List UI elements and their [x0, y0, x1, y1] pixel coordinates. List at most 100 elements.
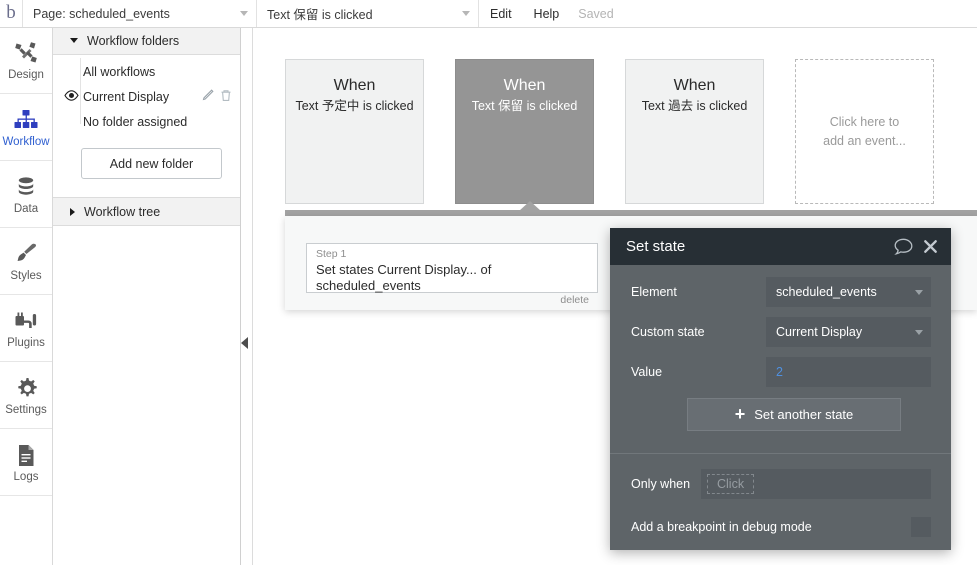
breakpoint-label: Add a breakpoint in debug mode	[631, 520, 812, 534]
set-state-property-panel: Set state Element scheduled_events Custo…	[610, 228, 951, 550]
event-card-when: When	[503, 77, 546, 94]
sidebar-item-styles[interactable]: Styles	[0, 228, 52, 295]
workflow-step-card[interactable]: Step 1 Set states Current Display... of …	[306, 243, 598, 306]
element-dropdown-value: scheduled_events	[776, 285, 877, 299]
plus-icon: +	[734, 403, 746, 424]
value-input[interactable]: 2	[766, 357, 931, 387]
event-selector[interactable]: Text 保留 is clicked	[257, 0, 479, 27]
sidebar-item-settings[interactable]: Settings	[0, 362, 52, 429]
sidebar-item-workflow-label: Workflow	[2, 136, 50, 149]
step-delete-link[interactable]: delete	[316, 294, 589, 307]
bubble-logo[interactable]: b	[0, 0, 23, 27]
set-another-state-label: Set another state	[754, 407, 854, 422]
element-row: Element scheduled_events	[631, 277, 931, 307]
sidebar-item-design[interactable]: Design	[0, 27, 52, 94]
value-input-value: 2	[776, 365, 783, 379]
sidebar-item-design-label: Design	[8, 69, 44, 82]
element-dropdown[interactable]: scheduled_events	[766, 277, 931, 307]
only-when-input[interactable]: Click	[701, 469, 931, 499]
chevron-down-icon	[462, 11, 470, 16]
add-new-folder-button[interactable]: Add new folder	[81, 148, 222, 179]
folder-item-label: All workflows	[83, 64, 156, 79]
only-when-label: Only when	[631, 477, 691, 491]
chevron-right-icon	[70, 207, 75, 216]
sidebar-item-plugins-label: Plugins	[7, 337, 45, 350]
value-label: Value	[631, 365, 663, 379]
only-when-placeholder: Click	[707, 474, 755, 494]
left-icon-rail: Design Workflow Data Styles Plugins Sett…	[0, 27, 53, 565]
event-cards-row: When Text 予定中 is clicked When Text 保留 is…	[253, 27, 977, 210]
set-state-panel-body: Element scheduled_events Custom state Cu…	[610, 265, 951, 431]
event-card[interactable]: When Text 予定中 is clicked	[285, 59, 424, 204]
event-card-subtitle: Text 過去 is clicked	[641, 99, 748, 114]
folder-item-no-folder-assigned[interactable]: No folder assigned	[53, 109, 240, 134]
breakpoint-row: Add a breakpoint in debug mode	[610, 516, 951, 538]
event-card-subtitle: Text 保留 is clicked	[471, 99, 578, 114]
custom-state-row: Custom state Current Display	[631, 317, 931, 347]
event-card-when: When	[333, 77, 376, 94]
edit-menu[interactable]: Edit	[479, 0, 523, 27]
workflow-folders-title: Workflow folders	[87, 33, 180, 48]
gear-icon	[14, 373, 39, 403]
folder-item-actions	[201, 88, 232, 105]
value-row: Value 2	[631, 357, 931, 387]
chevron-down-icon	[70, 38, 78, 43]
folder-item-all-workflows[interactable]: All workflows	[53, 59, 240, 84]
breakpoint-checkbox[interactable]	[911, 517, 931, 537]
close-icon[interactable]	[923, 239, 938, 254]
event-card[interactable]: When Text 過去 is clicked	[625, 59, 764, 204]
folder-item-label: No folder assigned	[83, 114, 188, 129]
logs-icon	[15, 440, 37, 470]
workflow-tree-title: Workflow tree	[84, 204, 161, 219]
custom-state-dropdown[interactable]: Current Display	[766, 317, 931, 347]
eye-icon[interactable]	[64, 89, 79, 104]
chevron-down-icon	[915, 289, 923, 295]
event-card-when: When	[673, 77, 716, 94]
workflow-tree-header[interactable]: Workflow tree	[53, 197, 240, 226]
step-title: Set states Current Display... of schedul…	[316, 261, 492, 293]
collapse-panel-handle[interactable]	[241, 337, 248, 349]
sidebar-item-settings-label: Settings	[5, 404, 47, 417]
sidebar-item-workflow[interactable]: Workflow	[0, 94, 52, 161]
folder-item-label: Current Display	[83, 89, 170, 104]
workflow-icon	[13, 105, 39, 135]
styles-icon	[13, 239, 39, 269]
plugins-icon	[13, 306, 39, 336]
set-state-panel-header: Set state	[610, 228, 951, 265]
bubble-logo-letter: b	[6, 2, 16, 23]
sidebar-item-plugins[interactable]: Plugins	[0, 295, 52, 362]
custom-state-label: Custom state	[631, 325, 705, 339]
set-another-state-button[interactable]: + Set another state	[687, 398, 901, 431]
data-icon	[14, 172, 38, 202]
panel-divider	[252, 27, 253, 565]
trash-icon[interactable]	[220, 89, 232, 105]
save-status: Saved	[578, 6, 614, 21]
workflow-folders-header[interactable]: Workflow folders	[53, 27, 240, 55]
page-selector-label: Page: scheduled_events	[33, 6, 170, 21]
help-menu[interactable]: Help	[523, 0, 571, 27]
top-header-bar: b Page: scheduled_events Text 保留 is clic…	[0, 0, 977, 28]
set-state-panel-title: Set state	[626, 238, 686, 255]
add-event-card[interactable]: Click here to add an event...	[795, 59, 934, 204]
panel-section-divider	[610, 453, 951, 454]
event-card-subtitle: Text 予定中 is clicked	[295, 99, 414, 114]
add-event-label: Click here to add an event...	[823, 114, 906, 148]
bubble-editor-window: b Page: scheduled_events Text 保留 is clic…	[0, 0, 977, 565]
sidebar-item-logs-label: Logs	[13, 471, 39, 484]
pencil-icon[interactable]	[201, 88, 214, 105]
folder-item-current-display[interactable]: Current Display	[53, 84, 240, 109]
comment-icon[interactable]	[894, 238, 913, 255]
sidebar-item-styles-label: Styles	[10, 270, 42, 283]
sidebar-item-logs[interactable]: Logs	[0, 429, 52, 496]
sidebar-item-data[interactable]: Data	[0, 161, 52, 228]
step-number: Step 1	[316, 248, 347, 260]
page-selector[interactable]: Page: scheduled_events	[23, 0, 257, 27]
custom-state-dropdown-value: Current Display	[776, 325, 863, 339]
design-icon	[13, 38, 39, 68]
element-label: Element	[631, 285, 677, 299]
folders-spacer	[53, 179, 240, 197]
workflow-folders-panel: Workflow folders All workflows Current D…	[53, 27, 241, 565]
chevron-down-icon	[240, 11, 248, 16]
event-card-selected[interactable]: When Text 保留 is clicked	[455, 59, 594, 204]
sidebar-item-data-label: Data	[13, 203, 39, 216]
